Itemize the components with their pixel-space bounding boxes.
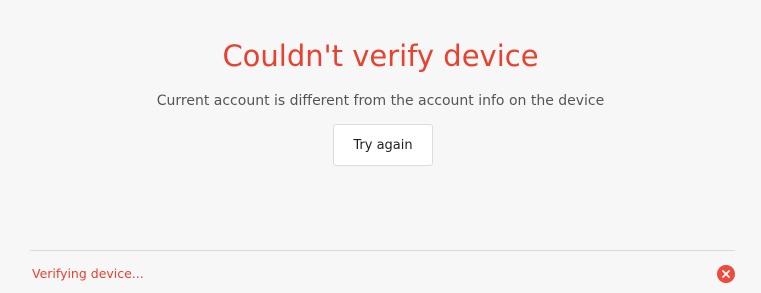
error-title: Couldn't verify device [222, 39, 539, 73]
try-again-button[interactable]: Try again [333, 124, 433, 166]
close-icon[interactable] [717, 265, 735, 283]
verify-device-dialog: Couldn't verify device Current account i… [0, 0, 761, 293]
status-bar: Verifying device... [0, 251, 761, 293]
status-text: Verifying device... [32, 266, 144, 281]
error-message: Current account is different from the ac… [156, 93, 605, 109]
close-icon-glyph [722, 270, 730, 278]
